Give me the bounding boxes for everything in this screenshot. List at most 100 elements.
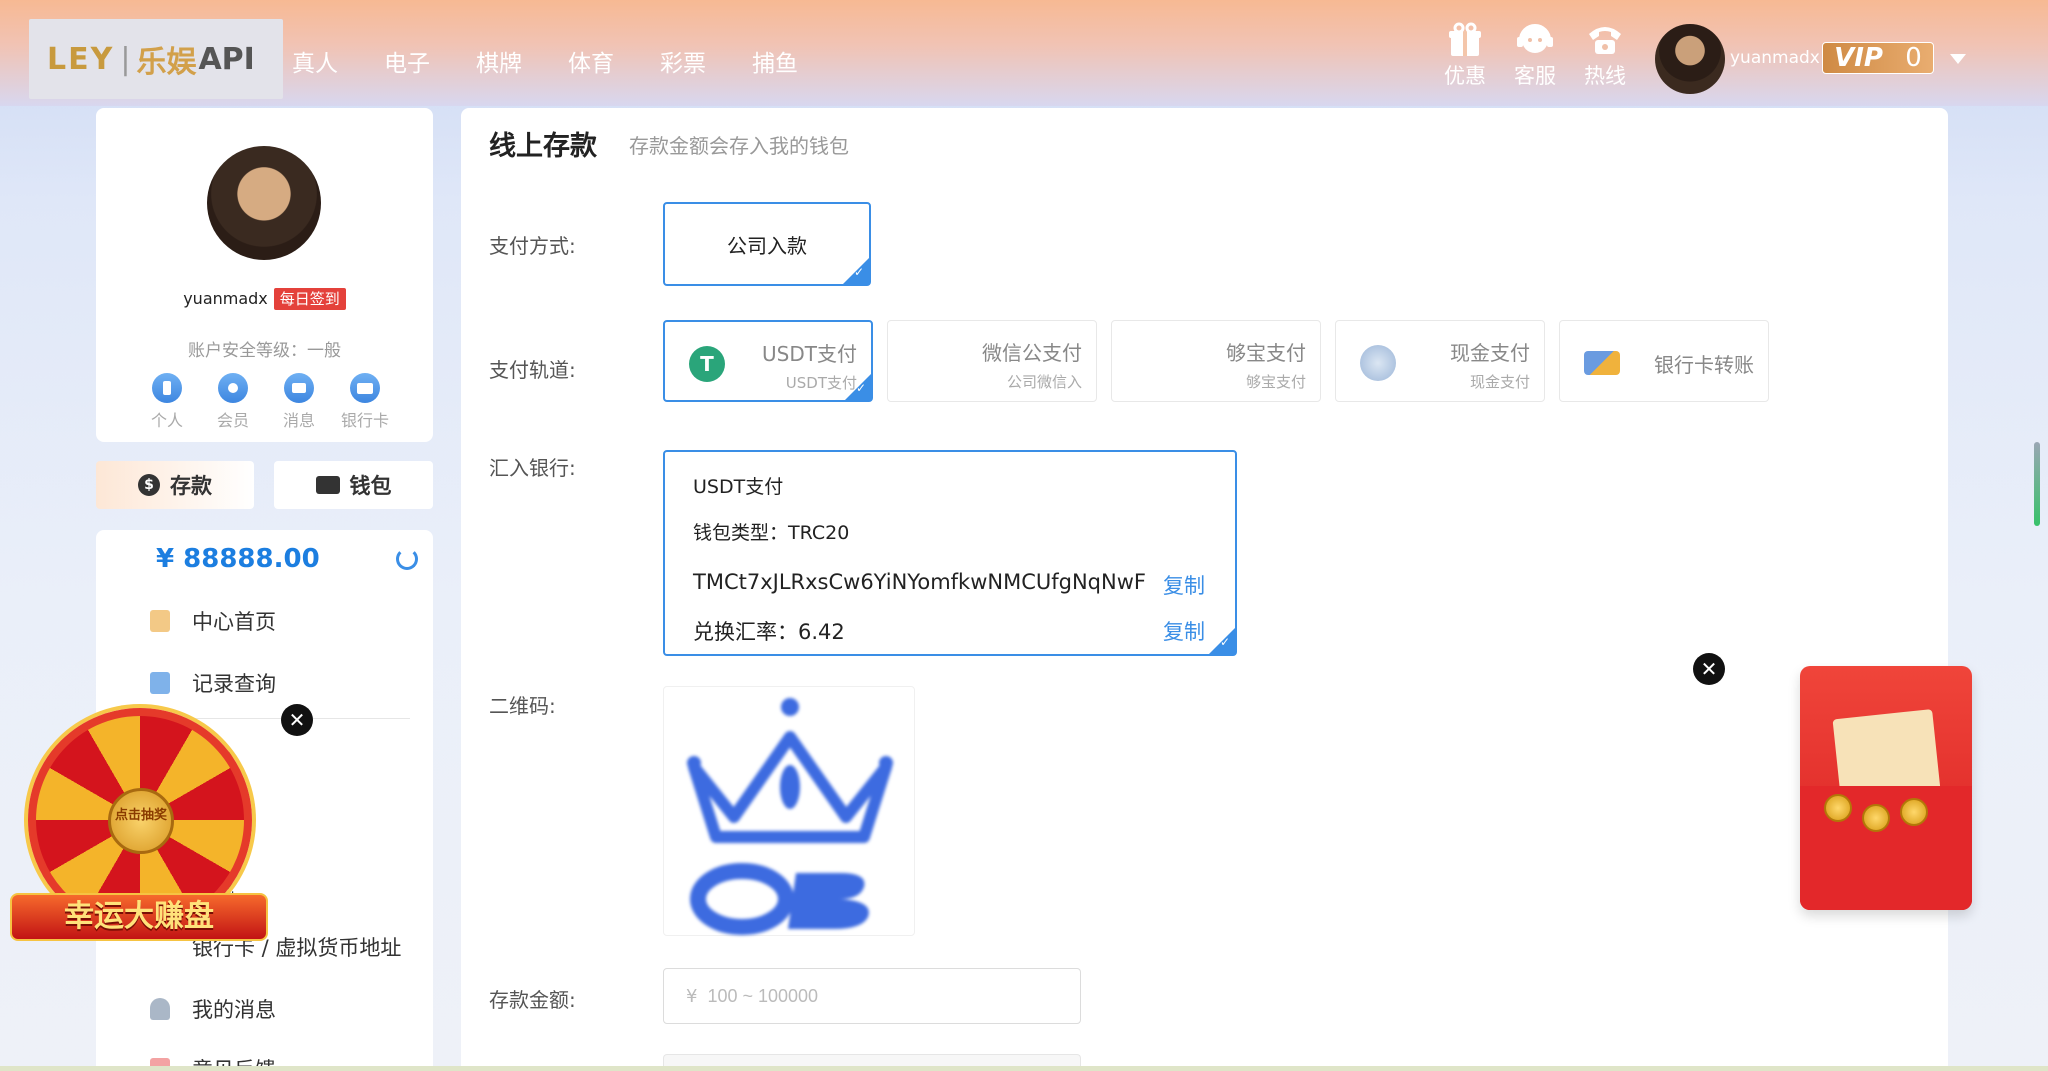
channel-usdt[interactable]: T USDT支付 USDT支付: [663, 320, 873, 402]
menu-messages[interactable]: 我的消息: [150, 994, 276, 1024]
pay-method-label: 支付方式:: [489, 234, 576, 258]
nav-slots[interactable]: 电子: [384, 44, 476, 78]
copy-rate-button[interactable]: 复制: [1163, 616, 1205, 646]
mail-icon: [284, 373, 314, 403]
channel-bank-transfer[interactable]: 银行卡转账: [1559, 320, 1769, 402]
coin-icon: [1824, 794, 1852, 822]
service-button[interactable]: 客服: [1507, 22, 1563, 90]
page-title: 线上存款: [489, 131, 597, 162]
promo-label: 优惠: [1444, 64, 1486, 88]
close-wheel-button[interactable]: ✕: [281, 704, 313, 736]
bank-info-box[interactable]: USDT支付 钱包类型：TRC20 TMCt7xJLRxsCw6YiNYomfk…: [663, 450, 1237, 656]
main-nav: 真人 电子 棋牌 体育 彩票 捕鱼: [292, 44, 844, 78]
page-subtitle: 存款金额会存入我的钱包: [629, 134, 849, 158]
scrollbar[interactable]: [2034, 442, 2040, 526]
daily-signin-button[interactable]: 每日签到: [273, 288, 346, 310]
lucky-wheel-promo[interactable]: 点击抽奖 幸运大赚盘: [10, 698, 268, 960]
hotline-button[interactable]: 热线: [1577, 22, 1633, 90]
wallet-type: 钱包类型：TRC20: [693, 522, 850, 544]
crown-logo-icon: [687, 698, 893, 935]
check-icon: [845, 374, 871, 400]
check-icon: [843, 258, 869, 284]
shortcut-label: 银行卡: [340, 411, 389, 430]
qr-code: [663, 686, 915, 936]
chevron-down-icon[interactable]: [1950, 54, 1966, 64]
close-envelope-button[interactable]: ✕: [1693, 653, 1725, 685]
tab-deposit-label: 存款: [170, 474, 212, 498]
user-avatar[interactable]: [1655, 24, 1725, 94]
refresh-icon[interactable]: [396, 548, 418, 570]
shortcut-label: 消息: [282, 411, 315, 430]
nav-fishing[interactable]: 捕鱼: [752, 44, 844, 78]
channel-name: USDT支付: [762, 342, 857, 366]
bell-icon: [150, 998, 170, 1020]
bank-name: USDT支付: [693, 476, 784, 498]
logo-ley: LEY: [47, 41, 115, 77]
amount-input[interactable]: [707, 985, 1008, 1007]
wallet-address: TMCt7xJLRxsCw6YiNYomfkwNMCUfgNqNwF: [693, 570, 1146, 594]
menu-label: 中心首页: [192, 610, 276, 634]
profile-avatar[interactable]: [207, 146, 321, 260]
shortcut-label: 个人: [150, 411, 183, 430]
amount-field[interactable]: ¥: [663, 968, 1081, 1024]
site-logo[interactable]: LEY | 乐娱 API: [29, 19, 283, 99]
shortcut-member[interactable]: 会员: [200, 373, 266, 431]
home-icon: [150, 610, 170, 632]
red-envelope-promo[interactable]: [1800, 666, 1972, 910]
channel-sub: 现金支付: [1469, 373, 1530, 391]
headset-icon: [1517, 24, 1553, 53]
dollar-coin-icon: $: [138, 474, 160, 496]
vip-label: VIP: [1834, 43, 1883, 73]
globe-icon: [1360, 345, 1396, 381]
channel-name: 微信公支付: [982, 341, 1082, 365]
bank-label: 汇入银行:: [489, 456, 576, 480]
bank-card-icon: [1584, 351, 1620, 375]
clipboard-icon: [150, 672, 170, 694]
shortcut-bankcard[interactable]: 银行卡: [332, 373, 398, 431]
wheel-spin-button[interactable]: 点击抽奖: [108, 788, 174, 854]
gift-icon: [1449, 22, 1481, 56]
tab-wallet-label: 钱包: [349, 474, 392, 498]
tab-wallet[interactable]: 钱包: [274, 461, 433, 509]
nav-live[interactable]: 真人: [292, 44, 384, 78]
pay-method-option[interactable]: 公司入款: [663, 202, 871, 286]
vip-badge[interactable]: VIP 0: [1822, 42, 1934, 74]
nav-sports[interactable]: 体育: [568, 44, 660, 78]
service-label: 客服: [1514, 64, 1556, 88]
shortcut-messages[interactable]: 消息: [266, 373, 332, 431]
nav-cards[interactable]: 棋牌: [476, 44, 568, 78]
profile-card: yuanmadx 每日签到 账户安全等级：一般 个人 会员 消息 银行卡: [96, 108, 433, 442]
user-icon: [218, 373, 248, 403]
wallet-balance: ¥ 88888.00: [156, 544, 320, 574]
channel-name: 够宝支付: [1226, 341, 1306, 365]
copy-address-button[interactable]: 复制: [1163, 570, 1205, 600]
currency-symbol: ¥: [686, 985, 698, 1007]
card-icon: [350, 373, 380, 403]
promo-button[interactable]: 优惠: [1437, 22, 1493, 90]
channel-wechat[interactable]: 微信公支付 公司微信入: [887, 320, 1097, 402]
profile-shortcuts: 个人 会员 消息 银行卡: [134, 373, 398, 431]
menu-records[interactable]: 记录查询: [150, 668, 276, 698]
coin-icon: [1900, 798, 1928, 826]
channel-sub: 公司微信入: [1006, 373, 1082, 391]
exchange-rate: 兑换汇率：6.42: [693, 620, 845, 644]
deposit-panel: 线上存款 存款金额会存入我的钱包 支付方式: 公司入款 支付轨道: T USDT…: [461, 108, 1948, 1071]
top-header: LEY | 乐娱 API 真人 电子 棋牌 体育 彩票 捕鱼 优惠 客服 热线 …: [0, 0, 2048, 106]
nav-lottery[interactable]: 彩票: [660, 44, 752, 78]
header-username[interactable]: yuanmadx: [1730, 48, 1820, 68]
tab-deposit[interactable]: $ 存款: [96, 461, 254, 509]
logo-cn: 乐娱: [136, 45, 197, 80]
bottom-border: [0, 1066, 2048, 1071]
channel-cash[interactable]: 现金支付 现金支付: [1335, 320, 1545, 402]
qr-label: 二维码:: [489, 694, 556, 718]
channel-goubao[interactable]: 够宝支付 够宝支付: [1111, 320, 1321, 402]
logo-sep: |: [120, 41, 131, 77]
profile-username: yuanmadx: [183, 289, 268, 308]
menu-home[interactable]: 中心首页: [150, 606, 276, 636]
logo-api: API: [198, 41, 255, 77]
shortcut-personal[interactable]: 个人: [134, 373, 200, 431]
hotline-label: 热线: [1584, 64, 1626, 88]
check-icon: [1209, 628, 1235, 654]
channel-name: 现金支付: [1450, 341, 1530, 365]
shortcut-label: 会员: [216, 411, 249, 430]
